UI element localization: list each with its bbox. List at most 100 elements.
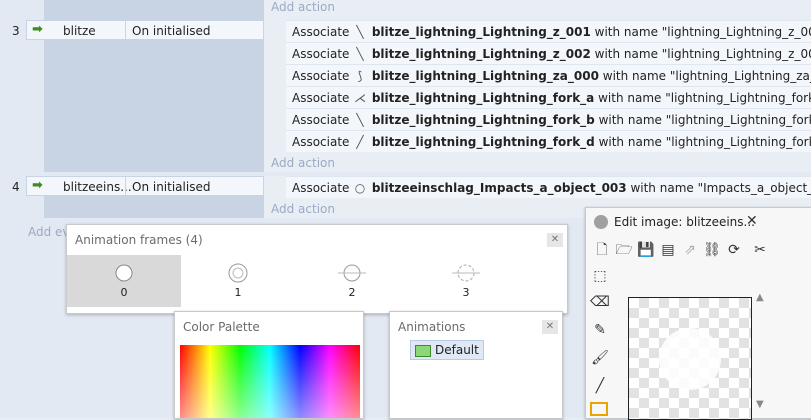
event-number: 3 — [12, 24, 20, 38]
action-mid: with name — [590, 25, 662, 39]
action-value: "Impacts_a_object_003" — [697, 181, 811, 195]
animation-name: Default — [435, 343, 479, 357]
action-mid: with name — [594, 91, 666, 105]
link-icon[interactable]: ⛓ — [702, 240, 722, 260]
action-mid: with name — [598, 69, 670, 83]
event-arrow-icon: ➡ — [32, 178, 43, 193]
frame-2[interactable]: 2 — [295, 255, 409, 307]
action-verb: Associate — [292, 47, 350, 61]
new-icon[interactable]: 🗋 — [592, 240, 612, 260]
action-object: blitze_lightning_Lightning_z_001 — [371, 25, 591, 39]
panel-title: Animations — [398, 320, 466, 334]
divider — [125, 177, 126, 195]
frame-number: 1 — [234, 286, 242, 299]
event-object-name: blitze — [63, 24, 96, 38]
add-event-link[interactable]: Add ev — [28, 225, 70, 239]
add-action-link[interactable]: Add action — [271, 202, 335, 216]
save-icon[interactable]: 💾 — [636, 240, 656, 260]
line-icon[interactable]: ╱ — [590, 376, 610, 396]
lightning-fork-icon: ⋌ — [354, 91, 366, 105]
pencil-icon[interactable]: ✎ — [590, 320, 610, 340]
action-object: blitze_lightning_Lightning_za_000 — [371, 69, 599, 83]
brush-icon[interactable]: 🖌 — [590, 348, 610, 368]
action-object: blitzeeinschlag_Impacts_a_object_003 — [371, 181, 627, 195]
action-value: "lightning_Lightning_fork_a" — [665, 91, 811, 105]
action-verb: Associate — [292, 25, 350, 39]
action-mid: with name — [626, 181, 698, 195]
rectangle-icon[interactable] — [590, 402, 608, 416]
action-verb: Associate — [292, 135, 350, 149]
image-canvas[interactable] — [628, 297, 752, 420]
animation-frames-panel: Animation frames (4) ✕ 0 1 2 3 — [66, 224, 568, 314]
event-3-condition[interactable]: ➡ blitze On initialised — [26, 20, 264, 40]
action-row[interactable]: Associate ╲ blitze_lightning_Lightning_z_… — [286, 42, 811, 64]
frame-number: 0 — [120, 286, 128, 299]
add-action-link-top[interactable]: Add action — [271, 0, 335, 14]
event-4-condition[interactable]: ➡ blitzeeins... On initialised — [26, 176, 264, 196]
action-mid: with name — [594, 113, 666, 127]
event-3-actions: Associate ╲ blitze_lightning_Lightning_z_… — [286, 20, 811, 152]
circle-icon: ○ — [354, 181, 366, 195]
image-tools: ⬚ ⌫ ✎ 🖌 ╱ — [588, 266, 612, 416]
action-row[interactable]: Associate ⟆ blitze_lightning_Lightning_za… — [286, 64, 811, 86]
action-mid: with name — [590, 47, 662, 61]
divider — [125, 21, 126, 39]
circle-sprite — [659, 328, 721, 390]
window-title: Edit image: blitzeeins... — [614, 215, 755, 229]
circle-frame-icon — [115, 264, 133, 282]
action-verb: Associate — [292, 113, 350, 127]
lightning-icon: ╱ — [356, 135, 364, 149]
close-icon[interactable]: ✕ — [547, 233, 563, 247]
frame-3[interactable]: 3 — [409, 255, 523, 307]
selection-icon[interactable]: ⬚ — [590, 266, 610, 286]
lightning-icon: ╲ — [356, 25, 364, 39]
action-object: blitze_lightning_Lightning_fork_b — [371, 113, 595, 127]
event-trigger: On initialised — [132, 180, 211, 194]
lightning-icon: ╲ — [356, 47, 364, 61]
eraser-icon[interactable]: ⌫ — [590, 292, 610, 312]
action-value: "lightning_Lightning_z_002" — [661, 47, 811, 61]
action-object: blitze_lightning_Lightning_fork_d — [371, 135, 595, 149]
action-row[interactable]: Associate ⋌ blitze_lightning_Lightning_fo… — [286, 86, 811, 108]
action-verb: Associate — [292, 181, 350, 195]
cut-icon[interactable]: ✂ — [750, 240, 770, 260]
event-4-actions: Associate ○ blitzeeinschlag_Impacts_a_obj… — [286, 176, 811, 198]
export-icon[interactable]: ⇗ — [680, 240, 700, 260]
ring-frame-icon — [228, 263, 248, 283]
animations-panel: Animations ✕ Default — [389, 311, 563, 419]
frame-number: 3 — [462, 286, 470, 299]
save-all-icon[interactable]: ▤ — [658, 240, 678, 260]
color-spectrum[interactable] — [180, 345, 360, 418]
image-toolbar: 🗋 🗁 💾 ▤ ⇗ ⛓ ⟳ ✂ — [590, 240, 808, 262]
ring-frame-icon — [452, 264, 480, 282]
frame-1[interactable]: 1 — [181, 255, 295, 307]
refresh-icon[interactable]: ⟳ — [724, 240, 744, 260]
action-verb: Associate — [292, 91, 350, 105]
event-arrow-icon: ➡ — [32, 22, 43, 37]
color-palette-panel: Color Palette — [174, 311, 364, 419]
action-value: "lightning_Lightning_fork_d" — [665, 135, 811, 149]
action-row[interactable]: Associate ╲ blitze_lightning_Lightning_fo… — [286, 108, 811, 130]
event-object-name: blitzeeins... — [63, 180, 132, 194]
action-verb: Associate — [292, 69, 350, 83]
action-row[interactable]: Associate ╲ blitze_lightning_Lightning_z_… — [286, 20, 811, 42]
lightning-icon: ⟆ — [357, 69, 363, 83]
frame-0[interactable]: 0 — [67, 255, 181, 307]
action-row[interactable]: Associate ○ blitzeeinschlag_Impacts_a_obj… — [286, 176, 811, 198]
film-icon — [415, 344, 431, 357]
animation-item-default[interactable]: Default — [410, 340, 484, 360]
close-icon[interactable]: ✕ — [542, 320, 558, 334]
gear-icon — [594, 215, 608, 229]
event-number: 4 — [12, 180, 20, 194]
vertical-scrollbar[interactable]: ▲ ▼ — [756, 292, 766, 412]
action-row[interactable]: Associate ╱ blitze_lightning_Lightning_fo… — [286, 130, 811, 152]
open-icon[interactable]: 🗁 — [614, 240, 634, 260]
add-action-link[interactable]: Add action — [271, 156, 335, 170]
edit-image-window: Edit image: blitzeeins... ✕ 🗋 🗁 💾 ▤ ⇗ ⛓ … — [585, 207, 811, 420]
lightning-icon: ╲ — [356, 113, 364, 127]
event-trigger: On initialised — [132, 24, 211, 38]
action-value: "lightning_Lightning_z_001" — [661, 25, 811, 39]
action-value: "lightning_Lightning_fork_b" — [665, 113, 811, 127]
frame-number: 2 — [348, 286, 356, 299]
close-button[interactable]: ✕ — [746, 213, 758, 229]
